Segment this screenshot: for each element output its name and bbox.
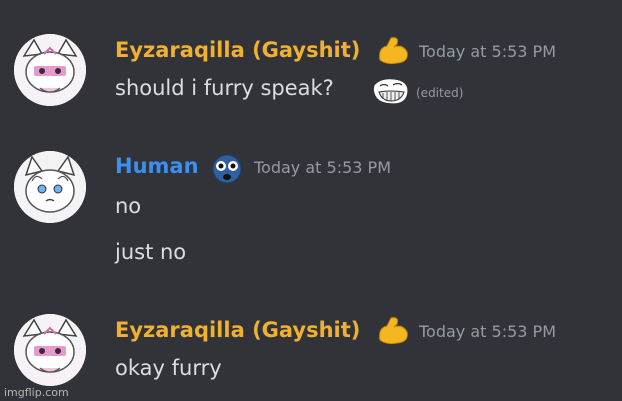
timestamp[interactable]: Today at 5:53 PM xyxy=(419,42,556,61)
message-text: should i furry speak? xyxy=(115,76,334,100)
flexed-biceps-icon xyxy=(375,316,411,350)
timestamp[interactable]: Today at 5:53 PM xyxy=(254,158,391,177)
message-text: okay furry xyxy=(115,356,222,380)
edited-label: (edited) xyxy=(416,86,464,100)
username[interactable]: Eyzaraqilla (Gayshit) xyxy=(115,38,360,62)
flexed-biceps-icon xyxy=(375,36,411,70)
avatar-eyzaraqilla[interactable] xyxy=(14,34,86,106)
username[interactable]: Human xyxy=(115,154,199,178)
timestamp[interactable]: Today at 5:53 PM xyxy=(419,322,556,341)
username[interactable]: Eyzaraqilla (Gayshit) xyxy=(115,318,360,342)
message-text: just no xyxy=(115,240,187,264)
avatar-human[interactable] xyxy=(14,151,86,223)
avatar-eyzaraqilla[interactable] xyxy=(14,314,86,386)
message-text: no xyxy=(115,194,142,218)
flushed-face-icon xyxy=(211,154,243,188)
watermark: imgflip.com xyxy=(4,386,69,399)
trollface-icon xyxy=(371,76,411,110)
